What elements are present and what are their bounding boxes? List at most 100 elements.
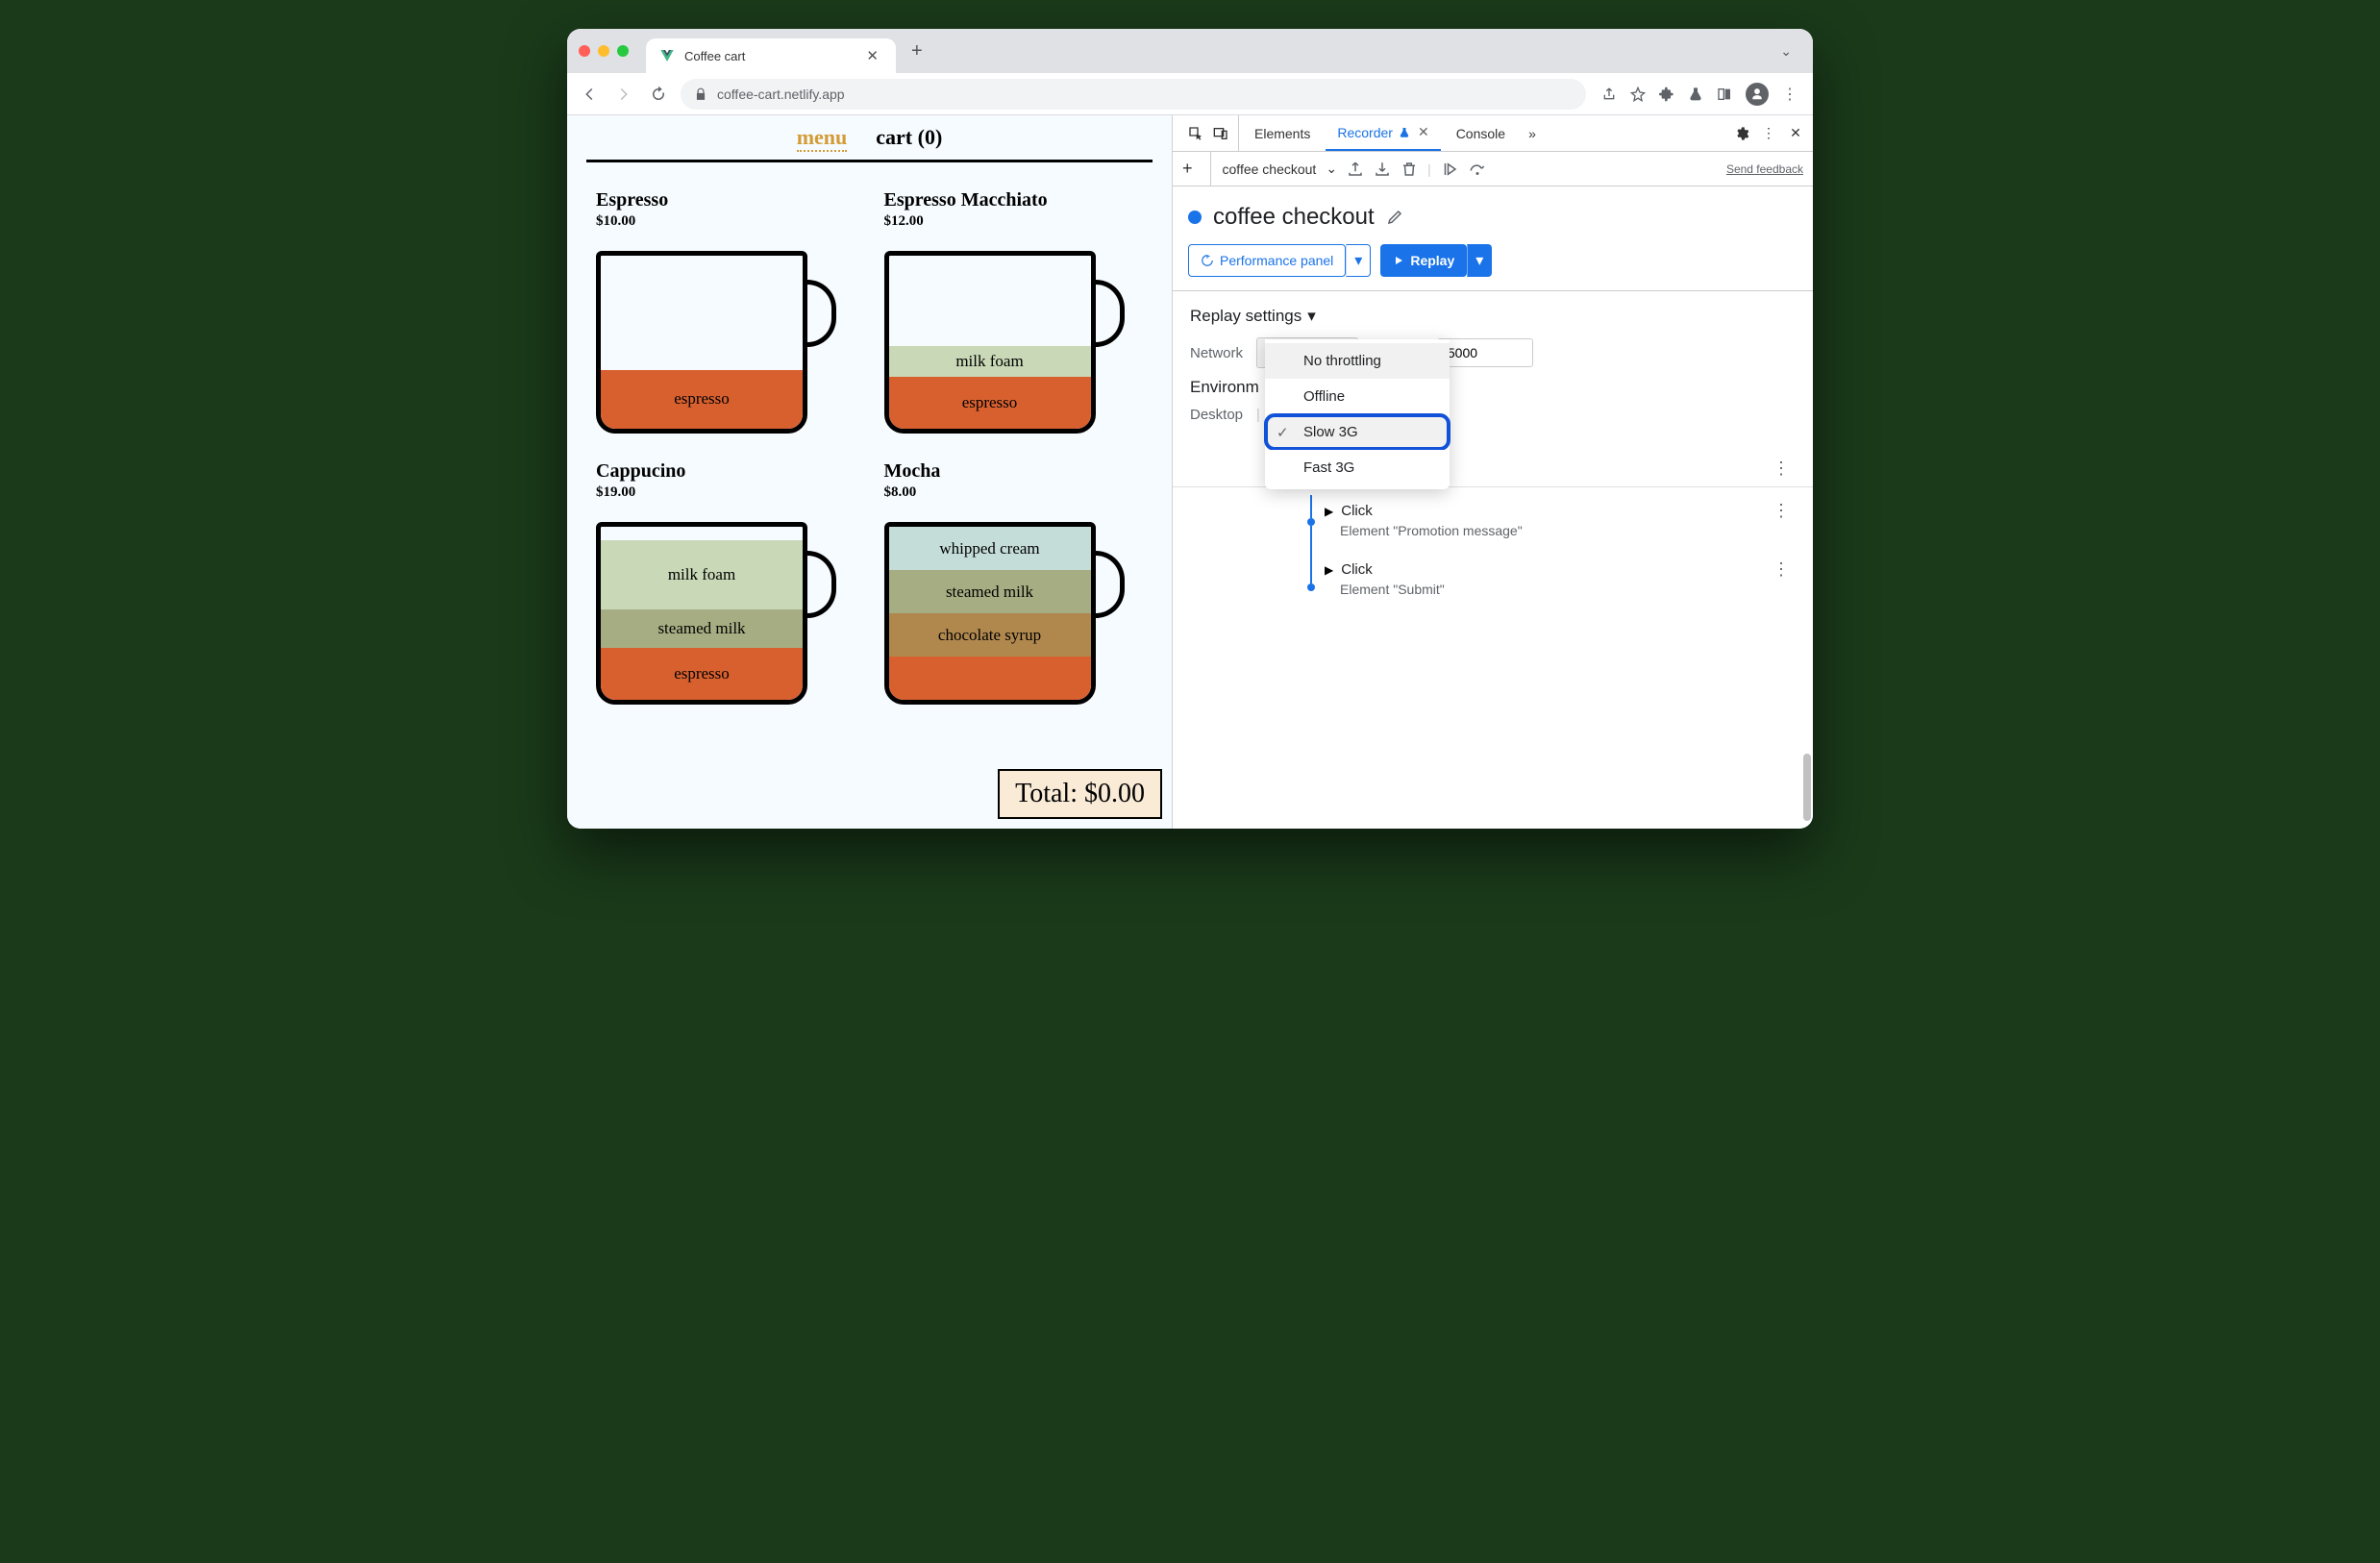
bookmark-star-icon[interactable] <box>1630 87 1646 102</box>
cup-mocha[interactable]: whipped cream steamed milk chocolate syr… <box>884 512 1125 705</box>
tab-close-button[interactable]: ✕ <box>862 47 882 64</box>
devtools-close-button[interactable]: ✕ <box>1788 126 1803 141</box>
recording-selector[interactable]: coffee checkout ⌄ <box>1210 152 1338 186</box>
replay-settings: Replay settings ▾ Network Slow 3G ▴ Time… <box>1173 291 1813 448</box>
product-name: Mocha <box>884 460 1144 483</box>
extensions-icon[interactable] <box>1659 87 1674 102</box>
devtools-menu-button[interactable]: ⋮ <box>1761 126 1776 141</box>
send-feedback-link[interactable]: Send feedback <box>1726 162 1803 176</box>
step-item[interactable]: ▶ Click ⋮ Element "Promotion message" <box>1325 495 1796 544</box>
devtools-tabbar: Elements Recorder ✕ Console » ⋮ ✕ <box>1173 115 1813 152</box>
layer-whipped-cream: whipped cream <box>889 527 1091 570</box>
layer-steamed-milk: steamed milk <box>601 609 803 648</box>
tab-close-icon[interactable]: ✕ <box>1418 124 1429 140</box>
caret-right-icon: ▶ <box>1325 563 1333 577</box>
dropdown-item-slow-3g[interactable]: ✓ Slow 3G <box>1265 414 1450 450</box>
coffee-cart-page: menu cart (0) Espresso $10.00 espresso <box>567 115 1173 829</box>
new-recording-button[interactable]: + <box>1182 159 1201 179</box>
tab-title: Coffee cart <box>684 49 853 63</box>
product-price: $10.00 <box>596 213 855 230</box>
step-subtitle: Element "Promotion message" <box>1340 523 1796 538</box>
tab-console[interactable]: Console <box>1445 115 1517 151</box>
devtools-panel: Elements Recorder ✕ Console » ⋮ ✕ + coff… <box>1173 115 1813 829</box>
step-subtitle: Element "Submit" <box>1340 582 1796 597</box>
steps-list: ⋮ ▶ Click ⋮ Element "Promotion message" <box>1173 486 1813 610</box>
experiment-beaker-icon <box>1399 127 1410 138</box>
vue-favicon-icon <box>659 48 675 63</box>
nav-cart-link[interactable]: cart (0) <box>876 125 942 152</box>
total-button[interactable]: Total: $0.00 <box>998 769 1162 819</box>
nav-menu-link[interactable]: menu <box>797 125 848 152</box>
minimize-window-button[interactable] <box>598 45 609 57</box>
settings-heading[interactable]: Replay settings ▾ <box>1190 307 1796 326</box>
device-label: Desktop <box>1190 407 1243 423</box>
omnibox[interactable]: coffee-cart.netlify.app <box>681 79 1586 110</box>
cup-body: milk foam steamed milk espresso <box>596 522 807 705</box>
dropdown-item-fast-3g[interactable]: Fast 3G <box>1265 450 1450 485</box>
product-name: Espresso <box>596 189 855 211</box>
close-window-button[interactable] <box>579 45 590 57</box>
layer-espresso <box>889 657 1091 700</box>
edit-pencil-icon[interactable] <box>1386 209 1403 226</box>
more-tabs-button[interactable]: » <box>1521 126 1544 141</box>
settings-gear-icon[interactable] <box>1734 126 1749 141</box>
product-espresso: Espresso $10.00 espresso <box>596 189 855 434</box>
tab-recorder[interactable]: Recorder ✕ <box>1326 115 1440 151</box>
share-icon[interactable] <box>1601 87 1617 102</box>
dropdown-item-offline[interactable]: Offline <box>1265 379 1450 414</box>
cup-macchiato[interactable]: milk foam espresso <box>884 241 1125 434</box>
import-icon[interactable] <box>1374 161 1391 178</box>
tab-elements[interactable]: Elements <box>1243 115 1322 151</box>
cup-body: whipped cream steamed milk chocolate syr… <box>884 522 1096 705</box>
reading-list-icon[interactable] <box>1717 87 1732 102</box>
network-label: Network <box>1190 345 1243 361</box>
layer-chocolate-syrup: chocolate syrup <box>889 613 1091 657</box>
layer-espresso: espresso <box>601 648 803 700</box>
cup-body: milk foam espresso <box>884 251 1096 434</box>
product-mocha: Mocha $8.00 whipped cream steamed milk c… <box>884 460 1144 705</box>
step-over-icon[interactable] <box>1468 161 1485 178</box>
reload-button[interactable] <box>646 82 671 107</box>
labs-beaker-icon[interactable] <box>1688 87 1703 102</box>
product-price: $19.00 <box>596 484 855 501</box>
page-nav: menu cart (0) <box>586 115 1153 162</box>
tab-menu-button[interactable]: ⌄ <box>1771 39 1801 63</box>
export-icon[interactable] <box>1347 161 1364 178</box>
window-controls <box>579 45 629 57</box>
new-tab-button[interactable]: + <box>904 37 930 66</box>
recording-header: coffee checkout Performance panel ▾ <box>1173 186 1813 291</box>
cup-espresso[interactable]: espresso <box>596 241 836 434</box>
timeout-input[interactable] <box>1437 338 1533 367</box>
chrome-menu-button[interactable]: ⋮ <box>1782 87 1797 102</box>
browser-window: Coffee cart ✕ + ⌄ coffee-cart.netlify.ap… <box>567 29 1813 829</box>
product-macchiato: Espresso Macchiato $12.00 milk foam espr… <box>884 189 1144 434</box>
device-toggle-icon[interactable] <box>1213 126 1228 141</box>
chevron-down-icon: ⌄ <box>1326 161 1337 177</box>
delete-trash-icon[interactable] <box>1401 161 1418 178</box>
product-name: Espresso Macchiato <box>884 189 1144 211</box>
cup-cappucino[interactable]: milk foam steamed milk espresso <box>596 512 836 705</box>
environment-label: Environm <box>1190 378 1259 397</box>
layer-espresso: espresso <box>601 370 803 429</box>
step-item[interactable]: ▶ Click ⋮ Element "Submit" <box>1325 554 1796 603</box>
step-forward-icon[interactable] <box>1441 161 1458 178</box>
step-menu-button[interactable]: ⋮ <box>1767 501 1796 521</box>
browser-tab[interactable]: Coffee cart ✕ <box>646 38 896 73</box>
step-menu-button[interactable]: ⋮ <box>1767 459 1796 479</box>
chevron-down-icon[interactable]: ▾ <box>1346 244 1371 277</box>
inspect-element-icon[interactable] <box>1188 126 1203 141</box>
step-menu-button[interactable]: ⋮ <box>1767 559 1796 580</box>
chevron-down-icon[interactable]: ▾ <box>1467 244 1492 277</box>
performance-panel-button[interactable]: Performance panel ▾ <box>1188 244 1371 277</box>
profile-avatar[interactable] <box>1746 83 1769 106</box>
recording-title: coffee checkout <box>1213 204 1375 231</box>
forward-button[interactable] <box>611 82 636 107</box>
replay-button[interactable]: Replay ▾ <box>1380 244 1492 277</box>
address-bar: coffee-cart.netlify.app ⋮ <box>567 73 1813 115</box>
back-button[interactable] <box>577 82 602 107</box>
dropdown-item-no-throttling[interactable]: No throttling <box>1265 343 1450 379</box>
layer-steamed-milk: steamed milk <box>889 570 1091 613</box>
scrollbar[interactable] <box>1803 754 1811 821</box>
maximize-window-button[interactable] <box>617 45 629 57</box>
product-price: $8.00 <box>884 484 1144 501</box>
